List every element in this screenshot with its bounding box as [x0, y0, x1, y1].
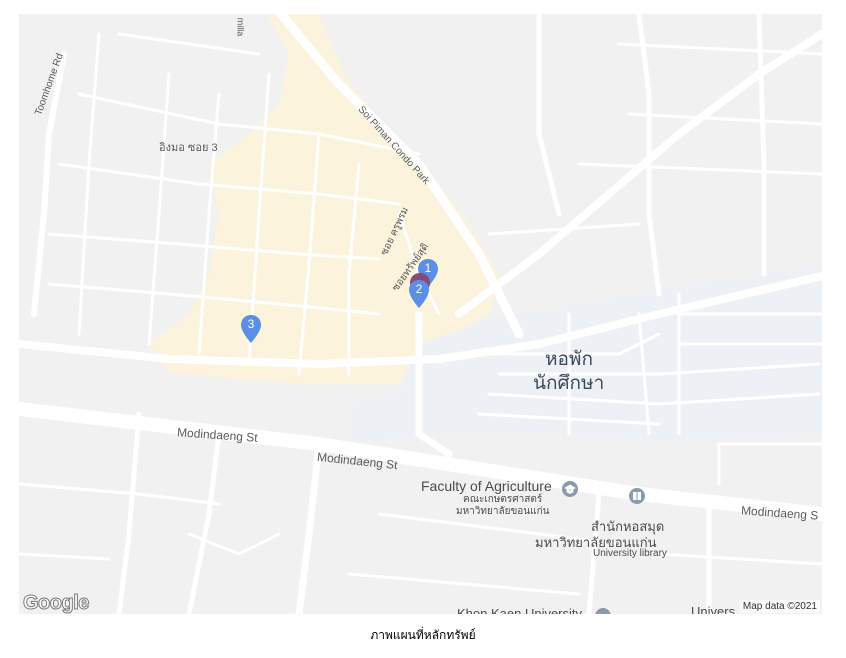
marker-2-label: 2 [415, 282, 423, 296]
map-caption: ภาพแผนที่หลักทรัพย์ [370, 628, 476, 642]
marker-3[interactable]: 3 [240, 314, 262, 344]
google-logo[interactable]: Google [23, 592, 90, 615]
west-road [116, 411, 142, 614]
west-road-2 [186, 431, 222, 614]
north-road [536, 14, 562, 217]
south-road [295, 440, 323, 614]
marker-2[interactable]: 2 [408, 279, 430, 309]
marker-3-label: 3 [247, 317, 255, 331]
map-canvas[interactable]: Toomhome Rd milla อิงมอ ซอย 3 Soi Piman … [19, 14, 822, 614]
school-icon[interactable] [562, 481, 578, 497]
poi-faculty-thai-line2: มหาวิทยาลัยขอนแก่น [456, 506, 550, 517]
street-label-soi-ingmor: อิงมอ ซอย 3 [159, 142, 218, 154]
book-icon[interactable] [629, 488, 645, 504]
map-attribution[interactable]: Map data ©2021 [739, 600, 820, 613]
poi-khon-kaen-university[interactable]: Khon Kaen University [457, 606, 582, 614]
poi-library-en[interactable]: University library [593, 548, 667, 559]
poi-univers: Univers [691, 604, 736, 614]
map-base [19, 14, 822, 614]
east-road-2 [756, 14, 767, 277]
area-label-dormitory-line2: นักศึกษา [533, 372, 605, 394]
diagonal-road [455, 30, 822, 318]
street-label-amila: milla [235, 17, 246, 37]
